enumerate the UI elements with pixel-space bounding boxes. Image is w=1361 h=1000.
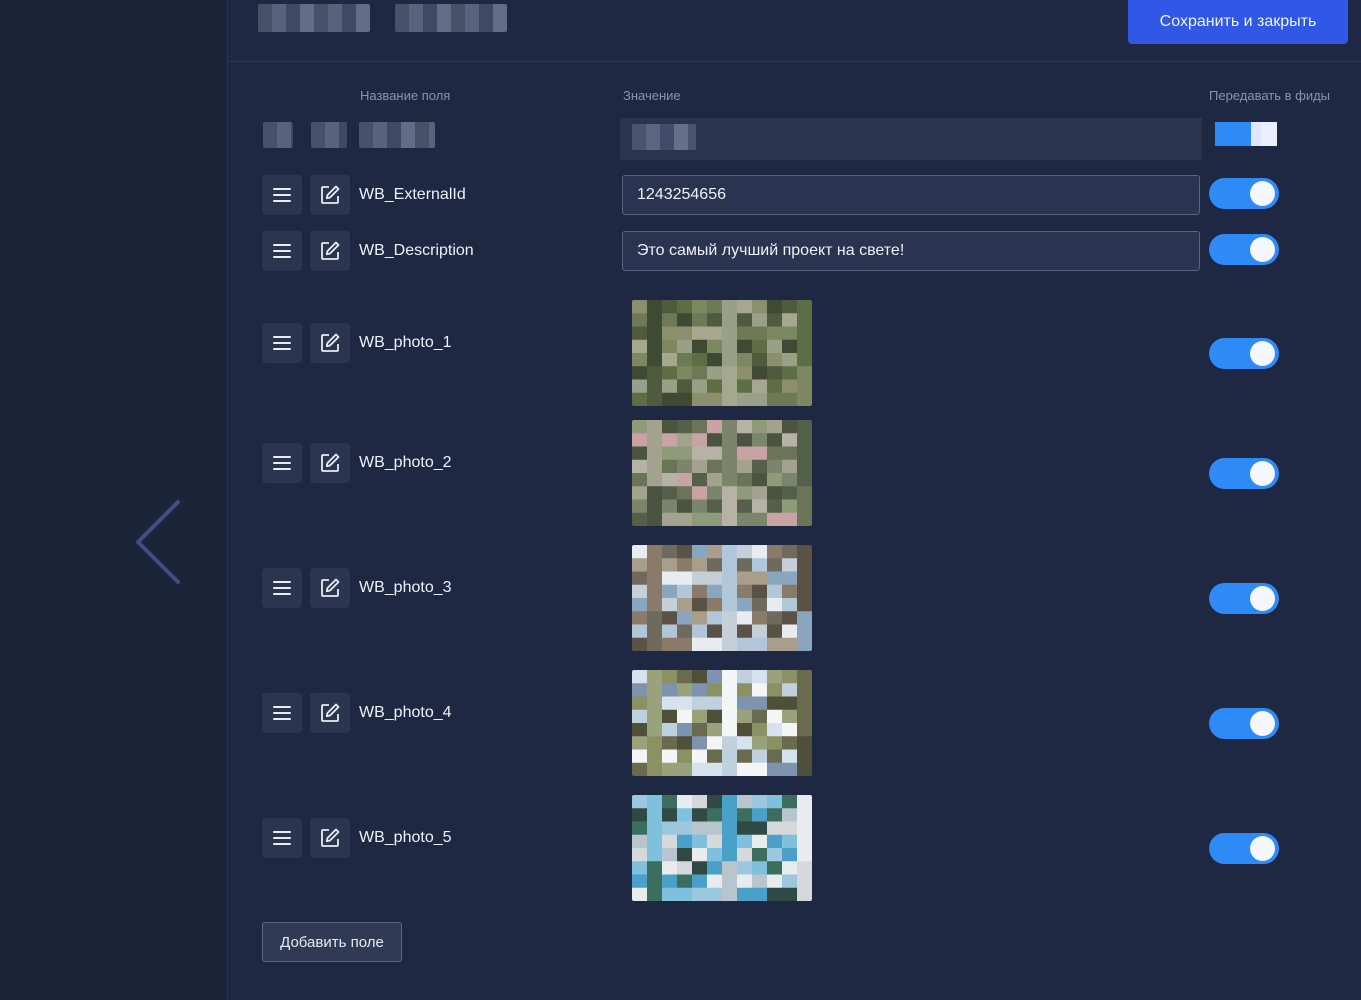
- feed-toggle[interactable]: [1209, 234, 1279, 265]
- edit-field-button[interactable]: [310, 693, 350, 733]
- blurred-toggle: [1215, 122, 1277, 146]
- drag-handle-icon: [273, 831, 291, 845]
- blurred-subtitle: [395, 4, 507, 32]
- edit-icon: [321, 578, 340, 597]
- field-name-label: WB_photo_2: [359, 454, 452, 471]
- add-field-button[interactable]: Добавить поле: [262, 922, 402, 962]
- column-header-feeds: Передавать в фиды: [1209, 88, 1331, 103]
- save-and-close-button[interactable]: Сохранить и закрыть: [1128, 0, 1348, 44]
- field-name-label: WB_ExternalId: [359, 186, 466, 203]
- drag-handle-icon: [273, 244, 291, 258]
- toggle-knob: [1250, 836, 1275, 861]
- edit-field-button[interactable]: [310, 443, 350, 483]
- column-header-field-name: Название поля: [360, 88, 451, 103]
- field-name-label: WB_photo_5: [359, 829, 452, 846]
- photo-thumbnail[interactable]: [632, 300, 812, 406]
- toggle-knob: [1250, 461, 1275, 486]
- edit-field-button[interactable]: [310, 231, 350, 271]
- edit-field-button[interactable]: [310, 175, 350, 215]
- feed-toggle[interactable]: [1209, 583, 1279, 614]
- feed-toggle[interactable]: [1209, 458, 1279, 489]
- blurred-row: [229, 118, 1361, 160]
- toggle-knob: [1250, 181, 1275, 206]
- toggle-knob: [1250, 711, 1275, 736]
- blurred-drag-button: [263, 122, 293, 148]
- edit-icon: [321, 453, 340, 472]
- feed-toggle[interactable]: [1209, 178, 1279, 209]
- blurred-value: [632, 124, 696, 150]
- drag-handle-button[interactable]: [262, 175, 302, 215]
- drag-handle-icon: [273, 188, 291, 202]
- drag-handle-button[interactable]: [262, 323, 302, 363]
- field-value-input[interactable]: [622, 231, 1200, 271]
- edit-icon: [321, 703, 340, 722]
- feed-toggle[interactable]: [1209, 338, 1279, 369]
- field-row: WB_photo_2: [229, 420, 1361, 526]
- edit-icon: [321, 241, 340, 260]
- toggle-knob: [1250, 237, 1275, 262]
- photo-thumbnail[interactable]: [632, 420, 812, 526]
- drag-handle-icon: [273, 706, 291, 720]
- field-value-input[interactable]: [622, 175, 1200, 215]
- drag-handle-icon: [273, 581, 291, 595]
- blurred-title: [258, 4, 370, 32]
- photo-thumbnail[interactable]: [632, 545, 812, 651]
- blurred-value-field: [620, 118, 1202, 160]
- feed-toggle[interactable]: [1209, 833, 1279, 864]
- photo-thumbnail[interactable]: [632, 795, 812, 901]
- field-row: WB_Description: [229, 231, 1361, 271]
- photo-thumbnail[interactable]: [632, 670, 812, 776]
- field-row: WB_photo_5: [229, 795, 1361, 901]
- blurred-field-name: [359, 122, 435, 148]
- drag-handle-icon: [273, 456, 291, 470]
- toggle-knob: [1250, 341, 1275, 366]
- field-name-label: WB_photo_3: [359, 579, 452, 596]
- edit-field-button[interactable]: [310, 818, 350, 858]
- drag-handle-button[interactable]: [262, 693, 302, 733]
- main-panel: Сохранить и закрыть Название поля Значен…: [229, 0, 1361, 1000]
- drag-handle-icon: [273, 336, 291, 350]
- blurred-edit-button: [311, 122, 347, 148]
- field-row: WB_ExternalId: [229, 175, 1361, 215]
- field-row: WB_photo_1: [229, 300, 1361, 406]
- drag-handle-button[interactable]: [262, 568, 302, 608]
- field-name-label: WB_Description: [359, 242, 474, 259]
- drag-handle-button[interactable]: [262, 443, 302, 483]
- edit-field-button[interactable]: [310, 323, 350, 363]
- toggle-knob: [1250, 586, 1275, 611]
- edit-icon: [321, 185, 340, 204]
- edit-field-button[interactable]: [310, 568, 350, 608]
- field-row: WB_photo_4: [229, 670, 1361, 776]
- chevron-left-icon[interactable]: [128, 496, 188, 588]
- edit-icon: [321, 333, 340, 352]
- column-header-value: Значение: [623, 88, 681, 103]
- drag-handle-button[interactable]: [262, 231, 302, 271]
- left-rail: [0, 0, 228, 1000]
- edit-icon: [321, 828, 340, 847]
- feed-toggle[interactable]: [1209, 708, 1279, 739]
- field-name-label: WB_photo_1: [359, 334, 452, 351]
- field-name-label: WB_photo_4: [359, 704, 452, 721]
- field-row: WB_photo_3: [229, 545, 1361, 651]
- drag-handle-button[interactable]: [262, 818, 302, 858]
- top-bar: Сохранить и закрыть: [229, 0, 1361, 62]
